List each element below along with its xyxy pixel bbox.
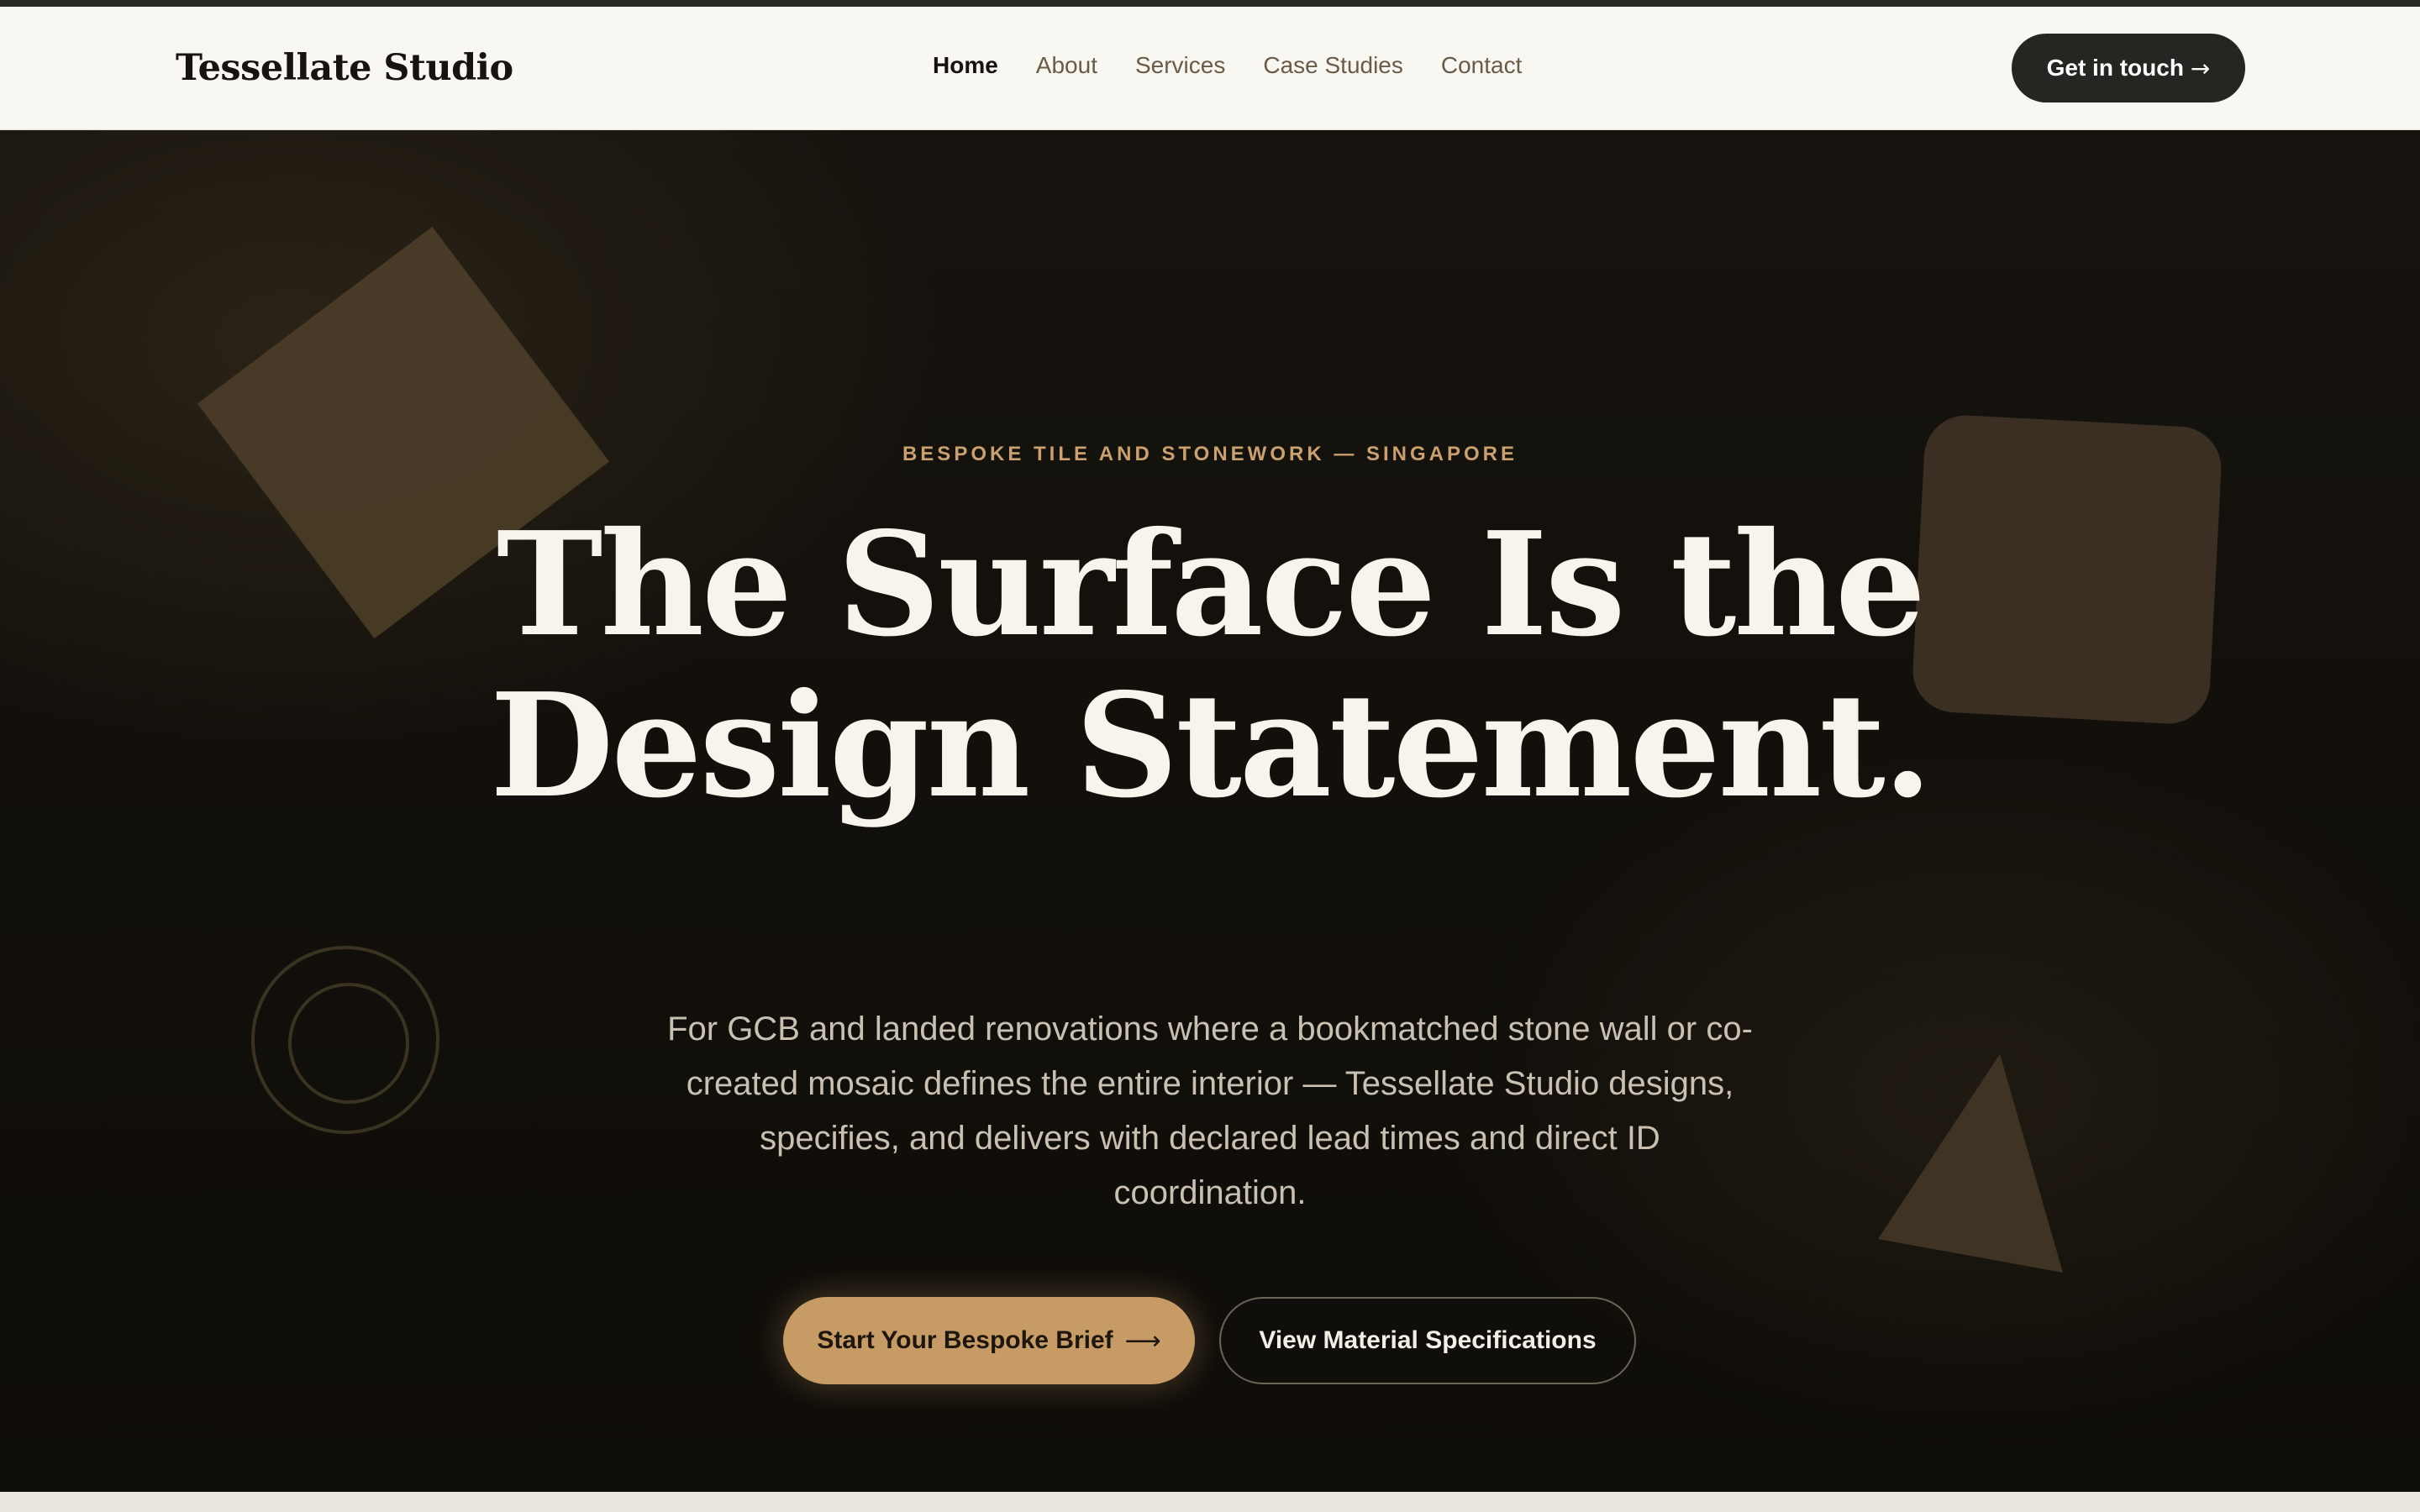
hero-section: BESPOKE TILE AND STONEWORK — SINGAPORE T… [0, 130, 2420, 1492]
nav-case-studies[interactable]: Case Studies [1263, 52, 1403, 79]
nav-contact[interactable]: Contact [1441, 52, 1523, 79]
hero-headline: The Surface Is the Design Statement. [0, 504, 2420, 827]
hero-eyebrow: BESPOKE TILE AND STONEWORK — SINGAPORE [902, 443, 1518, 465]
arrow-right-icon: ⟶ [1124, 1326, 1161, 1356]
get-in-touch-button[interactable]: Get in touch → [2012, 34, 2245, 102]
nav-about[interactable]: About [1036, 52, 1097, 79]
hero-headline-line-2: Design Statement. [490, 662, 1933, 830]
decorative-ring-shape [251, 946, 439, 1134]
view-specifications-button[interactable]: View Material Specifications [1219, 1297, 1636, 1384]
top-strip [0, 0, 2420, 7]
next-section-edge [0, 1492, 2420, 1512]
main-nav: Home About Services Case Studies Contact [933, 52, 1522, 79]
get-in-touch-label: Get in touch [2046, 55, 2184, 81]
view-specifications-label: View Material Specifications [1259, 1326, 1597, 1354]
hero-headline-line-1: The Surface Is the [496, 501, 1926, 669]
site-header: Tessellate Studio Home About Services Ca… [0, 7, 2420, 130]
start-brief-button[interactable]: Start Your Bespoke Brief ⟶ [783, 1297, 1195, 1384]
arrow-right-icon: → [2190, 54, 2211, 82]
nav-services[interactable]: Services [1135, 52, 1225, 79]
decorative-triangle-shape [1878, 1054, 2063, 1273]
brand-logo[interactable]: Tessellate Studio [176, 47, 513, 89]
hero-lede: For GCB and landed renovations where a b… [667, 1011, 1753, 1211]
nav-home[interactable]: Home [933, 52, 998, 79]
start-brief-label: Start Your Bespoke Brief [817, 1326, 1113, 1354]
